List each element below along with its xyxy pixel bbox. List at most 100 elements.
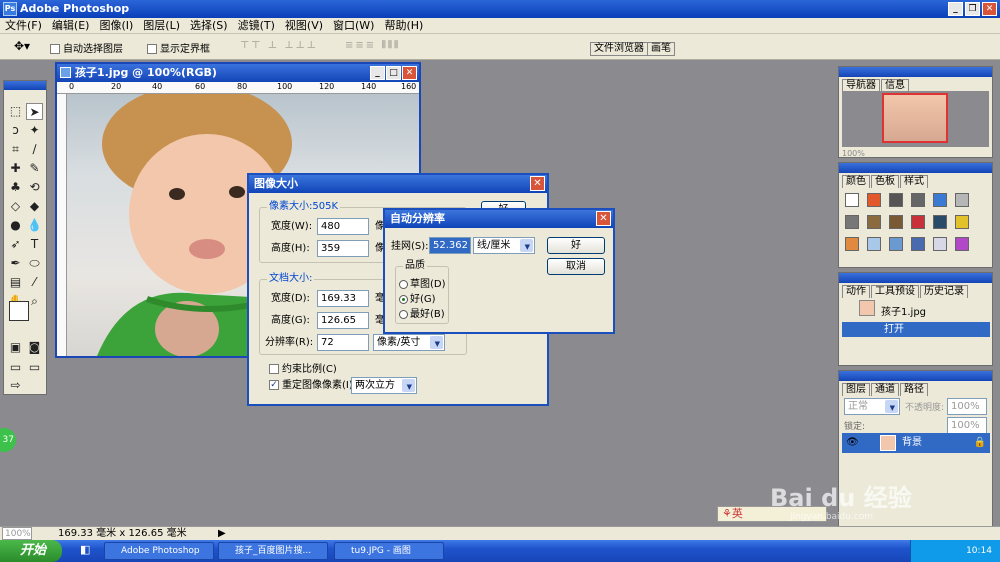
task-paint[interactable]: tu9.JPG - 画图 bbox=[334, 542, 444, 560]
eraser-tool-icon[interactable]: ◇ bbox=[7, 198, 24, 215]
background-layer-row[interactable]: 👁 背景 🔒 bbox=[842, 433, 990, 453]
shape-tool-icon[interactable]: ⬭ bbox=[26, 255, 43, 272]
minimize-button[interactable]: _ bbox=[948, 2, 963, 16]
image-size-close-button[interactable]: ✕ bbox=[530, 176, 545, 191]
menu-layer[interactable]: 图层(L) bbox=[138, 18, 185, 34]
type-tool-icon[interactable]: T bbox=[26, 236, 43, 253]
navigator-preview[interactable] bbox=[842, 91, 989, 147]
close-button[interactable]: ✕ bbox=[982, 2, 997, 16]
marquee-tool-icon[interactable]: ⬚ bbox=[7, 103, 24, 120]
tab-layers[interactable]: 图层 bbox=[842, 383, 870, 396]
screen-mode-icon[interactable]: ▭ bbox=[7, 359, 24, 376]
slice-tool-icon[interactable]: ∕ bbox=[26, 141, 43, 158]
dodge-tool-icon[interactable]: ● bbox=[7, 217, 24, 234]
style-swatch[interactable] bbox=[911, 215, 925, 229]
pixel-width-input[interactable]: 480 bbox=[317, 218, 369, 235]
zoom-field[interactable]: 100% bbox=[2, 527, 32, 540]
task-browser[interactable]: 孩子_百度图片搜... bbox=[218, 542, 328, 560]
move-tool-icon[interactable]: ➤ bbox=[26, 103, 43, 120]
fill-input[interactable]: 100% bbox=[947, 417, 987, 434]
bucket-tool-icon[interactable]: ◆ bbox=[26, 198, 43, 215]
screen-input[interactable]: 52.362 bbox=[429, 237, 471, 254]
history-open-item[interactable]: 打开 bbox=[842, 322, 990, 337]
tab-brushes[interactable]: 画笔 bbox=[647, 42, 675, 56]
menu-filter[interactable]: 滤镜(T) bbox=[233, 18, 280, 34]
quality-best-radio[interactable]: 最好(B) bbox=[399, 308, 445, 322]
resolution-unit-select[interactable]: 像素/英寸 ▼ bbox=[373, 334, 445, 351]
auto-res-ok-button[interactable]: 好 bbox=[547, 237, 605, 254]
doc-minimize-button[interactable]: _ bbox=[370, 66, 385, 80]
tab-tool-presets[interactable]: 工具预设 bbox=[871, 285, 919, 298]
history-snapshot-label[interactable]: 孩子1.jpg bbox=[881, 303, 926, 318]
floating-badge[interactable]: 37 bbox=[0, 428, 16, 452]
style-swatch[interactable] bbox=[911, 193, 925, 207]
screen-unit-select[interactable]: 线/厘米 ▼ bbox=[473, 237, 535, 254]
healing-tool-icon[interactable]: ✚ bbox=[7, 160, 24, 177]
status-arrow-icon[interactable]: ▶ bbox=[218, 527, 226, 540]
show-desktop-icon[interactable]: ◧ bbox=[80, 543, 90, 556]
history-snapshot-thumbnail[interactable] bbox=[859, 300, 875, 316]
menu-file[interactable]: 文件(F) bbox=[0, 18, 47, 34]
style-swatch[interactable] bbox=[955, 215, 969, 229]
tab-actions[interactable]: 动作 bbox=[842, 285, 870, 298]
vertical-ruler[interactable] bbox=[57, 94, 67, 356]
tab-swatches[interactable]: 色板 bbox=[871, 175, 899, 188]
quality-draft-radio[interactable]: 草图(D) bbox=[399, 278, 446, 292]
visibility-eye-icon[interactable]: 👁 bbox=[846, 433, 859, 453]
stamp-tool-icon[interactable]: ♣ bbox=[7, 179, 24, 196]
tab-styles[interactable]: 样式 bbox=[900, 175, 928, 188]
tab-history[interactable]: 历史记录 bbox=[920, 285, 968, 298]
tab-channels[interactable]: 通道 bbox=[871, 383, 899, 396]
resolution-input[interactable]: 72 bbox=[317, 334, 369, 351]
menu-window[interactable]: 窗口(W) bbox=[328, 18, 379, 34]
style-swatch[interactable] bbox=[867, 215, 881, 229]
auto-resolution-close-button[interactable]: ✕ bbox=[596, 211, 611, 226]
navigator-zoom[interactable]: 100% bbox=[842, 149, 865, 158]
move-tool-icon[interactable]: ✥▾ bbox=[14, 39, 30, 53]
resample-method-select[interactable]: 两次立方 ▼ bbox=[351, 377, 417, 394]
pixel-height-input[interactable]: 359 bbox=[317, 240, 369, 257]
quickmask-mode-icon[interactable]: ◙ bbox=[26, 339, 43, 356]
resample-checkbox[interactable]: 重定图像像素(I): bbox=[269, 379, 356, 393]
fullscreen-mode-icon[interactable]: ▭ bbox=[26, 359, 43, 376]
style-swatch[interactable] bbox=[845, 193, 859, 207]
show-bbox-checkbox[interactable]: 显示定界框 bbox=[147, 40, 210, 55]
style-swatch[interactable] bbox=[933, 237, 947, 251]
crop-tool-icon[interactable]: ⌗ bbox=[7, 141, 24, 158]
lasso-tool-icon[interactable]: ↄ bbox=[7, 122, 24, 139]
style-swatch[interactable] bbox=[889, 237, 903, 251]
menu-image[interactable]: 图像(I) bbox=[94, 18, 138, 34]
restore-button[interactable]: ❐ bbox=[965, 2, 980, 16]
tab-file-browser[interactable]: 文件浏览器 bbox=[590, 42, 648, 56]
doc-maximize-button[interactable]: □ bbox=[386, 66, 401, 80]
history-brush-icon[interactable]: ⟲ bbox=[26, 179, 43, 196]
style-swatch[interactable] bbox=[889, 193, 903, 207]
doc-height-input[interactable]: 126.65 bbox=[317, 312, 369, 329]
eyedropper-icon[interactable]: ⁄ bbox=[26, 274, 43, 291]
task-photoshop[interactable]: Adobe Photoshop bbox=[104, 542, 214, 560]
opacity-input[interactable]: 100% bbox=[947, 398, 987, 415]
foreground-color-swatch[interactable] bbox=[9, 301, 29, 321]
brush-tool-icon[interactable]: ✎ bbox=[26, 160, 43, 177]
start-button[interactable]: 开始 bbox=[0, 540, 62, 562]
ime-mode[interactable]: 英 bbox=[732, 507, 743, 520]
navigator-view-box[interactable] bbox=[882, 93, 948, 143]
style-swatch[interactable] bbox=[845, 237, 859, 251]
doc-close-button[interactable]: ✕ bbox=[402, 66, 417, 80]
style-swatch[interactable] bbox=[911, 237, 925, 251]
auto-res-cancel-button[interactable]: 取消 bbox=[547, 258, 605, 275]
auto-select-checkbox[interactable]: 自动选择图层 bbox=[50, 40, 123, 55]
blur-tool-icon[interactable]: 💧 bbox=[26, 217, 43, 234]
style-swatch[interactable] bbox=[933, 215, 947, 229]
menu-view[interactable]: 视图(V) bbox=[280, 18, 328, 34]
menu-edit[interactable]: 编辑(E) bbox=[47, 18, 95, 34]
style-swatch[interactable] bbox=[955, 237, 969, 251]
tab-paths[interactable]: 路径 bbox=[900, 383, 928, 396]
style-swatch[interactable] bbox=[845, 215, 859, 229]
quality-good-radio[interactable]: 好(G) bbox=[399, 293, 436, 307]
standard-mode-icon[interactable]: ▣ bbox=[7, 339, 24, 356]
doc-width-input[interactable]: 169.33 bbox=[317, 290, 369, 307]
style-swatch[interactable] bbox=[933, 193, 947, 207]
notes-tool-icon[interactable]: ▤ bbox=[7, 274, 24, 291]
menu-select[interactable]: 选择(S) bbox=[185, 18, 233, 34]
